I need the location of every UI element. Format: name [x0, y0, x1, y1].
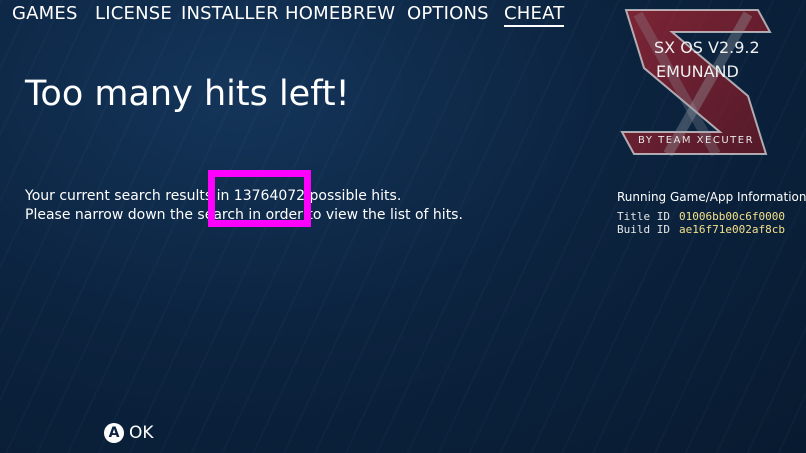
- sx-logo-icon: [620, 9, 772, 157]
- ok-label: OK: [129, 423, 154, 443]
- tab-license[interactable]: LICENSE: [95, 3, 172, 24]
- search-result-message: Your current search results in 13764072 …: [25, 188, 402, 204]
- logo-byline: BY TEAM XECUTER: [638, 135, 755, 146]
- tab-installer[interactable]: INSTALLER: [181, 3, 279, 24]
- os-version: SX OS V2.9.2: [654, 38, 760, 57]
- page-title: Too many hits left!: [25, 74, 350, 114]
- nand-mode: EMUNAND: [656, 62, 739, 81]
- tab-homebrew[interactable]: HOMEBREW: [285, 3, 395, 24]
- build-id-row: Build ID ae16f71e002af8cb: [617, 223, 785, 236]
- title-id-row: Title ID 01006bb00c6f0000: [617, 210, 785, 223]
- build-id-value: ae16f71e002af8cb: [679, 223, 785, 236]
- a-button-icon: A: [104, 423, 124, 443]
- narrow-search-message: Please narrow down the search in order t…: [25, 207, 463, 223]
- game-info-title: Running Game/App Information: [617, 190, 806, 204]
- ok-button[interactable]: A OK: [104, 423, 154, 443]
- title-id-label: Title ID: [617, 210, 670, 223]
- tab-cheat[interactable]: CHEAT: [504, 3, 565, 27]
- tab-options[interactable]: OPTIONS: [407, 3, 489, 24]
- tab-games[interactable]: GAMES: [12, 3, 78, 24]
- title-id-value: 01006bb00c6f0000: [679, 210, 785, 223]
- build-id-label: Build ID: [617, 223, 670, 236]
